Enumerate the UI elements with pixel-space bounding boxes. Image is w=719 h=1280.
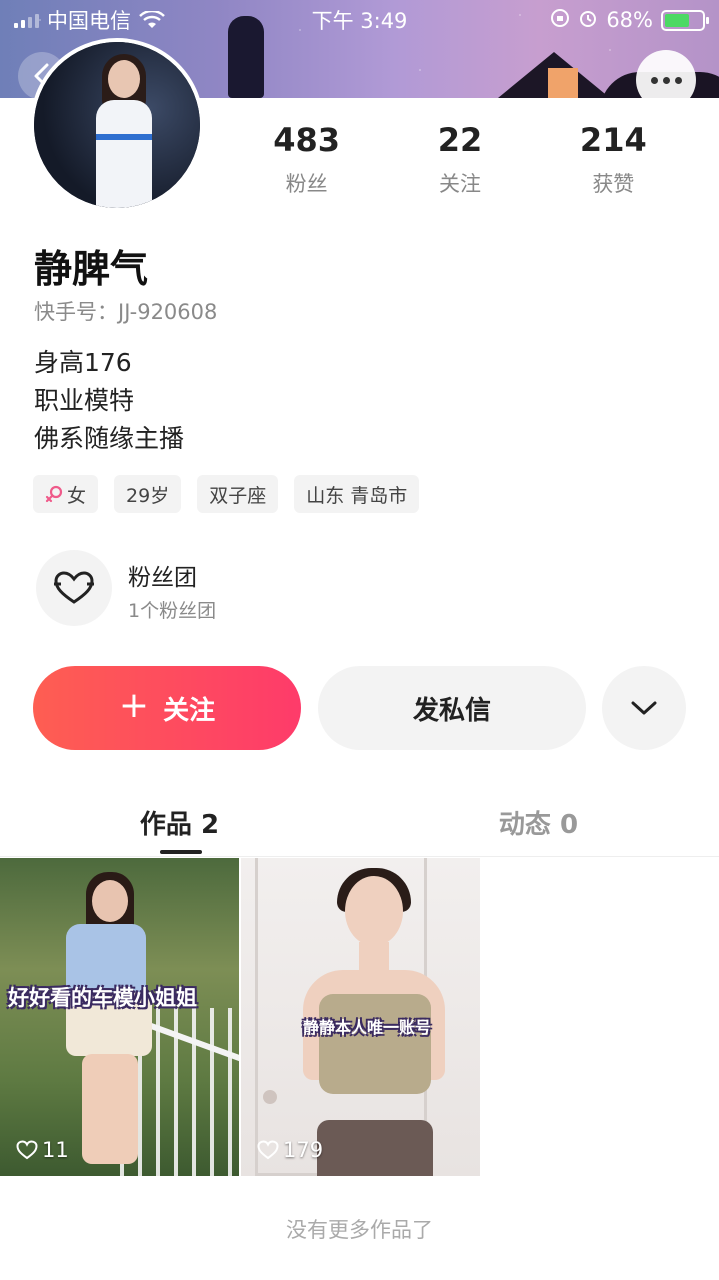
stat-followers[interactable]: 483 粉丝 — [230, 124, 383, 198]
work-caption: 好好看的车模小姐姐 — [8, 986, 197, 1010]
tag-location: 山东 青岛市 — [294, 475, 420, 513]
tag-gender: 女 — [33, 475, 99, 513]
profile-name: 静脾气 — [34, 247, 149, 291]
profile-tags: 女 29岁 双子座 山东 青岛市 — [33, 475, 420, 513]
heart-badge-icon — [54, 571, 94, 604]
profile-stats: 483 粉丝 22 关注 214 获赞 — [230, 124, 690, 198]
heart-icon — [16, 1140, 38, 1160]
stat-likes-value: 214 — [579, 121, 647, 159]
stat-followers-value: 483 — [273, 121, 341, 159]
follow-button[interactable]: + 关注 — [33, 666, 301, 750]
stat-likes-label: 获赞 — [592, 172, 635, 196]
bio-line: 身高176 — [34, 348, 132, 377]
profile-bio: 身高176 职业模特 佛系随缘主播 — [34, 344, 184, 458]
fan-group-title[interactable]: 粉丝团 — [128, 558, 197, 592]
bio-line: 佛系随缘主播 — [34, 424, 185, 453]
work-likes-count: 179 — [283, 1138, 324, 1162]
no-more-works: 没有更多作品了 — [286, 1218, 433, 1242]
works-grid: 好好看的车模小姐姐 11 静静本人唯一账号 179 — [0, 858, 480, 1176]
message-button[interactable]: 发私信 — [318, 666, 586, 750]
status-time: 下午 3:49 — [311, 9, 408, 33]
orientation-lock-icon — [550, 8, 570, 33]
tag-location-label: 山东 青岛市 — [306, 484, 408, 507]
alarm-icon — [578, 8, 598, 33]
fan-group-button[interactable] — [36, 550, 112, 626]
tab-divider — [0, 856, 719, 857]
status-bar: 中国电信 下午 3:49 68% — [0, 0, 719, 40]
plus-icon: + — [118, 685, 150, 726]
tag-gender-label: 女 — [67, 484, 87, 507]
female-icon — [45, 485, 63, 503]
more-options-button[interactable] — [636, 50, 696, 110]
work-thumbnail[interactable]: 静静本人唯一账号 179 — [241, 858, 480, 1176]
stat-following-label: 关注 — [438, 172, 481, 196]
expand-button[interactable] — [602, 666, 686, 750]
work-likes: 179 — [257, 1138, 323, 1162]
work-thumbnail[interactable]: 好好看的车模小姐姐 11 — [0, 858, 239, 1176]
stat-likes[interactable]: 214 获赞 — [537, 124, 690, 198]
fan-group-subtitle: 1个粉丝团 — [128, 600, 217, 622]
tag-zodiac-label: 双子座 — [209, 484, 267, 507]
cover-house-light — [548, 68, 578, 98]
signal-icon — [14, 12, 39, 28]
follow-label: 关注 — [163, 695, 216, 726]
message-label: 发私信 — [412, 695, 491, 726]
tag-zodiac: 双子座 — [197, 475, 279, 513]
heart-icon — [257, 1140, 279, 1160]
tab-moments[interactable]: 动态 0 — [359, 790, 718, 856]
wifi-icon — [139, 11, 165, 29]
more-dots-icon — [650, 76, 658, 84]
tab-works[interactable]: 作品 2 — [0, 790, 359, 856]
battery-percent: 68% — [606, 8, 653, 32]
chevron-down-icon — [631, 701, 657, 715]
work-likes: 11 — [16, 1138, 69, 1162]
tag-age: 29岁 — [114, 475, 182, 513]
carrier-label: 中国电信 — [47, 9, 131, 33]
bio-line: 职业模特 — [34, 386, 135, 415]
stat-following-value: 22 — [437, 121, 483, 159]
stat-followers-label: 粉丝 — [285, 172, 328, 196]
tag-age-label: 29岁 — [126, 484, 170, 507]
profile-user-id[interactable]: 快手号：JJ-920608 — [34, 296, 217, 326]
avatar[interactable] — [30, 38, 204, 212]
work-likes-count: 11 — [42, 1138, 69, 1162]
stat-following[interactable]: 22 关注 — [383, 124, 536, 198]
battery-icon — [661, 9, 709, 31]
work-caption: 静静本人唯一账号 — [303, 1018, 432, 1037]
profile-tabs: 作品 2 动态 0 — [0, 790, 719, 856]
